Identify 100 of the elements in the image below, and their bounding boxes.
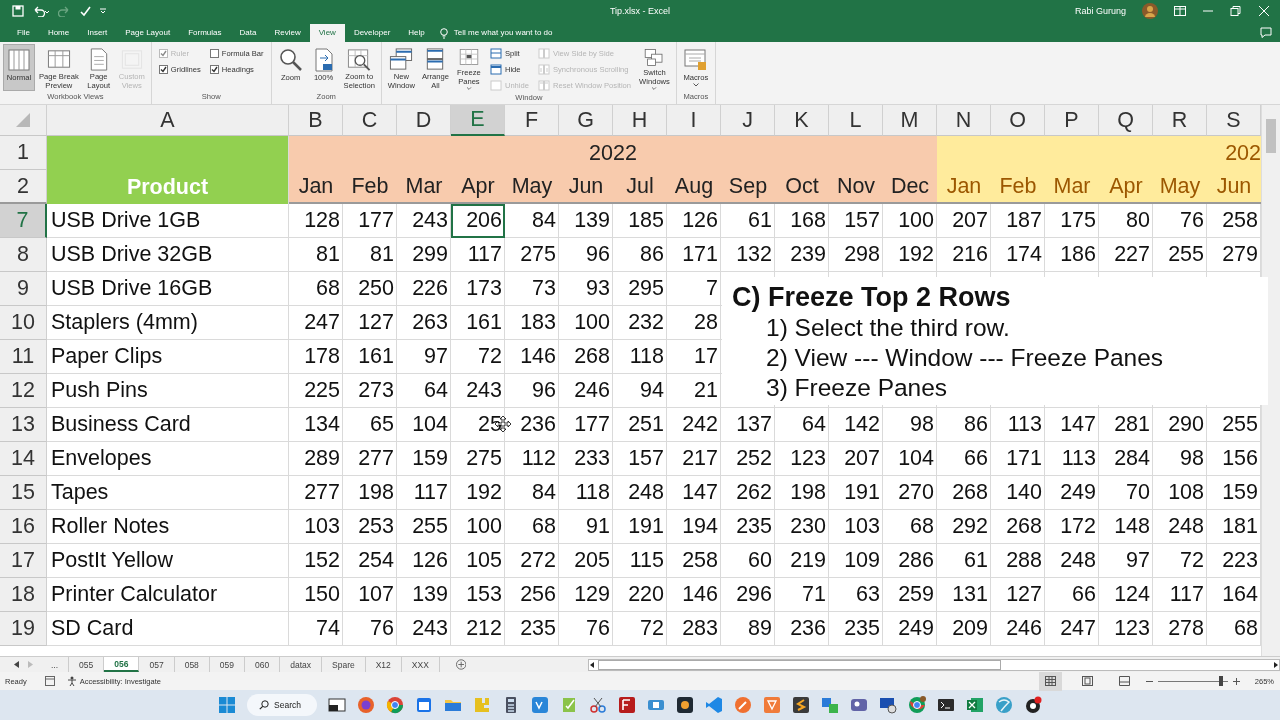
column-header[interactable]: E: [451, 105, 505, 136]
sheet-tab[interactable]: 056: [104, 657, 140, 672]
spreadsheet-icon[interactable]: [965, 696, 984, 714]
circle-app-icon[interactable]: [1023, 696, 1042, 714]
row-header[interactable]: 16: [0, 510, 47, 544]
table-cell: 246: [559, 374, 613, 408]
column-header[interactable]: M: [883, 105, 937, 136]
row-header[interactable]: 2: [0, 170, 47, 204]
row-header[interactable]: 18: [0, 578, 47, 612]
scroll-right-icon[interactable]: [1272, 660, 1279, 669]
ribbon-tab[interactable]: Help: [399, 24, 434, 42]
tile-app-icon[interactable]: [530, 696, 549, 714]
tile-app-icon[interactable]: [791, 696, 810, 714]
tile-app-icon[interactable]: [675, 696, 694, 714]
table-cell: 168: [775, 204, 829, 238]
column-header[interactable]: Q: [1099, 105, 1153, 136]
vertical-scrollbar[interactable]: [1261, 105, 1280, 656]
tile-app-icon[interactable]: [762, 696, 781, 714]
avatar-icon[interactable]: [1142, 3, 1158, 19]
table-cell: 104: [883, 442, 937, 476]
table-cell: 152: [289, 544, 343, 578]
row-header[interactable]: 11: [0, 340, 47, 374]
task-view-icon[interactable]: [327, 696, 346, 714]
column-header[interactable]: O: [991, 105, 1045, 136]
ribbon-display-icon[interactable]: [1174, 6, 1186, 16]
table-cell: 198: [775, 476, 829, 510]
ribbon-tab[interactable]: Page Layout: [116, 24, 180, 42]
row-header[interactable]: 15: [0, 476, 47, 510]
globe-icon[interactable]: [994, 696, 1013, 714]
column-header[interactable]: H: [613, 105, 667, 136]
restore-icon[interactable]: [1230, 6, 1242, 16]
ribbon-tab[interactable]: File: [8, 24, 39, 42]
row-header[interactable]: 9: [0, 272, 47, 306]
terminal-icon[interactable]: [936, 696, 955, 714]
scroll-thumb[interactable]: [1266, 119, 1276, 153]
ribbon-tab[interactable]: Data: [230, 24, 266, 42]
ribbon-tab[interactable]: Formulas: [179, 24, 231, 42]
table-cell: 255: [1153, 238, 1207, 272]
comment-icon[interactable]: [1260, 27, 1272, 38]
macro-record-icon[interactable]: [44, 676, 55, 686]
column-header[interactable]: S: [1207, 105, 1261, 136]
column-header[interactable]: R: [1153, 105, 1207, 136]
column-header[interactable]: A: [47, 105, 289, 136]
ribbon-tab[interactable]: Review: [265, 24, 310, 42]
column-header[interactable]: N: [937, 105, 991, 136]
row-header[interactable]: 14: [0, 442, 47, 476]
monitor-icon[interactable]: [878, 696, 897, 714]
search-field[interactable]: Search: [247, 694, 317, 716]
row-header[interactable]: 7: [0, 204, 47, 238]
column-header[interactable]: L: [829, 105, 883, 136]
row-header[interactable]: 17: [0, 544, 47, 578]
customize-caret-icon[interactable]: [100, 8, 106, 14]
column-header[interactable]: J: [721, 105, 775, 136]
checkbox[interactable]: [158, 65, 168, 74]
table-cell: 150: [289, 578, 343, 612]
checkmark-icon[interactable]: [79, 5, 91, 17]
row-header[interactable]: 12: [0, 374, 47, 408]
ribbon-tab[interactable]: Insert: [78, 24, 117, 42]
table-cell: Business Card: [47, 408, 289, 442]
slider-thumb[interactable]: [1218, 675, 1223, 686]
column-header[interactable]: G: [559, 105, 613, 136]
column-header[interactable]: P: [1045, 105, 1099, 136]
save-icon[interactable]: [12, 5, 24, 17]
column-header[interactable]: D: [397, 105, 451, 136]
code-editor-icon[interactable]: [704, 696, 723, 714]
table-cell: Staplers (4mm): [47, 306, 289, 340]
table-cell: 225: [289, 374, 343, 408]
checkbox[interactable]: [209, 65, 219, 74]
column-header[interactable]: C: [343, 105, 397, 136]
table-cell: 207: [829, 442, 883, 476]
table-cell: 61: [937, 544, 991, 578]
row-header[interactable]: 19: [0, 612, 47, 646]
ribbon-tab[interactable]: Home: [38, 24, 79, 42]
scissors-icon[interactable]: [588, 696, 607, 714]
close-icon[interactable]: [1258, 6, 1270, 16]
horizontal-scrollbar[interactable]: [588, 658, 1280, 671]
checkbox[interactable]: [209, 49, 219, 58]
row-header[interactable]: 8: [0, 238, 47, 272]
column-header[interactable]: K: [775, 105, 829, 136]
table-cell: 123: [775, 442, 829, 476]
ribbon-tab[interactable]: View: [309, 24, 345, 42]
start-icon[interactable]: [218, 696, 237, 714]
table-cell: 124: [1099, 578, 1153, 612]
row-header[interactable]: 1: [0, 136, 47, 170]
tell-me-search[interactable]: Tell me what you want to do: [453, 24, 553, 42]
add-sheet-icon[interactable]: [455, 659, 467, 670]
scroll-thumb[interactable]: [598, 659, 1002, 670]
window-icon: [489, 64, 502, 75]
undo-icon[interactable]: [33, 5, 49, 17]
row-header[interactable]: 13: [0, 408, 47, 442]
scroll-left-icon[interactable]: [14, 661, 19, 668]
column-header[interactable]: B: [289, 105, 343, 136]
ribbon-tab[interactable]: Developer: [344, 24, 400, 42]
column-header[interactable]: I: [667, 105, 721, 136]
note-step: 1) Select the third row.: [732, 313, 1010, 343]
row-header[interactable]: 10: [0, 306, 47, 340]
table-cell: 140: [991, 476, 1045, 510]
column-header[interactable]: F: [505, 105, 559, 136]
zoom-in-icon[interactable]: [1232, 677, 1240, 685]
tile-app-icon[interactable]: [617, 696, 636, 714]
